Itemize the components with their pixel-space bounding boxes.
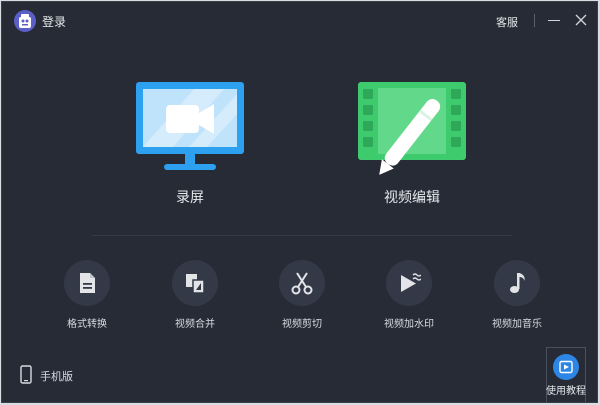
tutorial-button[interactable]: 使用教程 bbox=[546, 347, 586, 402]
tutorial-label: 使用教程 bbox=[546, 386, 586, 397]
tool-video-music[interactable]: 视频加音乐 bbox=[482, 260, 552, 330]
music-note-icon bbox=[510, 273, 525, 293]
robot-avatar-icon[interactable] bbox=[14, 10, 36, 32]
tutorial-play-icon bbox=[553, 354, 579, 380]
support-link[interactable]: 客服 bbox=[496, 14, 518, 30]
record-screen-button[interactable] bbox=[134, 80, 246, 175]
titlebar-divider bbox=[534, 14, 535, 27]
tool-label: 视频加音乐 bbox=[492, 319, 542, 330]
scissors-icon bbox=[291, 272, 313, 295]
video-edit-button[interactable] bbox=[356, 80, 468, 175]
tool-label: 视频加水印 bbox=[384, 319, 434, 330]
video-edit-label: 视频编辑 bbox=[384, 190, 440, 206]
tool-video-cut[interactable]: 视频剪切 bbox=[267, 260, 337, 330]
monitor-camera-icon bbox=[136, 82, 244, 170]
main-window: 登录 客服 录屏 视频编辑 格式转换 视频合并 视频剪切 视频加水印 视频加音乐… bbox=[1, 1, 598, 403]
title-bar: 登录 客服 bbox=[2, 2, 597, 38]
section-divider bbox=[92, 235, 512, 236]
tool-video-merge[interactable]: 视频合并 bbox=[160, 260, 230, 330]
tool-label: 视频合并 bbox=[175, 319, 215, 330]
close-icon[interactable] bbox=[573, 12, 589, 28]
tool-circle bbox=[64, 260, 110, 306]
record-screen-label: 录屏 bbox=[176, 190, 204, 206]
document-convert-icon bbox=[80, 273, 95, 293]
play-watermark-icon bbox=[401, 273, 421, 292]
tool-label: 格式转换 bbox=[67, 319, 107, 330]
tool-label: 视频剪切 bbox=[282, 319, 322, 330]
tool-circle bbox=[172, 260, 218, 306]
mobile-version-label: 手机版 bbox=[40, 370, 73, 383]
tool-video-watermark[interactable]: 视频加水印 bbox=[374, 260, 444, 330]
phone-icon bbox=[20, 365, 32, 384]
tool-circle bbox=[386, 260, 432, 306]
minimize-icon[interactable] bbox=[546, 12, 562, 28]
tool-format-convert[interactable]: 格式转换 bbox=[52, 260, 122, 330]
login-link[interactable]: 登录 bbox=[42, 13, 66, 30]
tool-circle bbox=[279, 260, 325, 306]
mobile-version-link[interactable]: 手机版 bbox=[20, 365, 100, 385]
merge-icon bbox=[186, 274, 205, 294]
tool-circle bbox=[494, 260, 540, 306]
film-pen-icon bbox=[358, 82, 466, 175]
